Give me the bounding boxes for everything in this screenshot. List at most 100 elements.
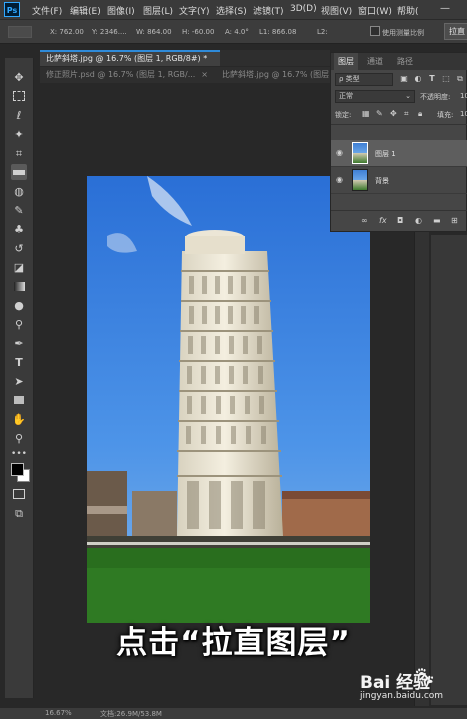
lock-pixels-icon[interactable]: ✎ <box>376 109 383 118</box>
lock-all-icon[interactable]: 🔒︎ <box>418 109 422 119</box>
tab-label: 修正照片.psd @ 16.7% (图层 1, RGB/... <box>46 70 196 79</box>
menu-view[interactable]: 视图(V) <box>321 4 352 17</box>
h-readout: H: -60.00 <box>182 28 215 36</box>
tab-label: 比萨斜塔.jpg @ 16.7% (图层 1, RGB/8#) * <box>46 54 208 63</box>
zoom-tool-icon[interactable]: ⚲ <box>11 430 27 446</box>
baidu-paw-icon: 🐾︎ <box>413 666 436 687</box>
type-filter-icon[interactable]: T <box>427 73 437 84</box>
lock-artboard-icon[interactable]: ⌗ <box>404 109 409 119</box>
color-swatches[interactable] <box>11 463 30 482</box>
pen-tool-icon[interactable]: ✒ <box>11 335 27 351</box>
screen-mode-icon[interactable]: ⧉ <box>11 505 27 521</box>
group-icon[interactable]: ▬ <box>433 216 441 225</box>
type-tool-icon[interactable]: T <box>11 354 27 370</box>
fill-label: 填充: <box>437 111 454 119</box>
clone-stamp-tool-icon[interactable]: ♣ <box>11 221 27 237</box>
ruler-tool-icon[interactable] <box>11 164 27 180</box>
measurement-scale-checkbox[interactable] <box>370 26 380 36</box>
dodge-tool-icon[interactable]: ⚲ <box>11 316 27 332</box>
gradient-tool-icon[interactable] <box>11 278 27 294</box>
opacity-value[interactable]: 10 <box>460 92 467 100</box>
layer-thumbnail <box>352 142 368 164</box>
tab-pisa-copy[interactable]: 比萨斜塔.jpg @ 16.7% (图层 1, RGB/8... <box>216 67 330 83</box>
tutorial-caption: 点击“拉直图层” <box>116 625 351 661</box>
new-layer-icon[interactable]: ⊞ <box>451 216 458 225</box>
eye-icon[interactable]: ◉ <box>336 175 343 184</box>
straighten-layer-button[interactable]: 拉直 <box>444 23 467 40</box>
menu-edit[interactable]: 编辑(E) <box>70 4 101 17</box>
path-selection-tool-icon[interactable]: ➤ <box>11 373 27 389</box>
tab-layers[interactable]: 图层 <box>334 53 358 70</box>
blur-tool-icon[interactable]: ● <box>11 297 27 313</box>
tools-panel: ✥ ℓ ✦ ⌗ ◍ ✎ ♣ ↺ ◪ ● ⚲ ✒ T ➤ ✋ ⚲ ••• ⧉ <box>5 58 34 698</box>
layer-filter-row: ρ 类型 ▣ ◐ T ⬚ ⧉ <box>331 71 467 89</box>
tab-paths[interactable]: 路径 <box>393 53 417 70</box>
menu-bar: Ps 文件(F) 编辑(E) 图像(I) 图层(L) 文字(Y) 选择(S) 滤… <box>0 0 467 19</box>
magic-wand-tool-icon[interactable]: ✦ <box>11 126 27 142</box>
layer-row-layer1[interactable]: ◉ 图层 1 <box>331 140 467 167</box>
more-tools-icon[interactable]: ••• <box>11 446 27 462</box>
brush-tool-icon[interactable]: ✎ <box>11 202 27 218</box>
layer-filter-select[interactable]: ρ 类型 <box>335 73 393 86</box>
menu-image[interactable]: 图像(I) <box>107 4 135 17</box>
menu-3d[interactable]: 3D(D) <box>290 4 317 14</box>
layers-panel: 图层 通道 路径 ρ 类型 ▣ ◐ T ⬚ ⧉ 正常 ⌄ 不透明度: 10 锁定… <box>330 52 467 232</box>
adjustment-icon[interactable]: ◐ <box>415 216 422 225</box>
lock-label: 锁定: <box>335 111 352 119</box>
fill-value[interactable]: 10 <box>460 110 467 118</box>
lock-position-icon[interactable]: ✥ <box>390 109 397 118</box>
crop-tool-icon[interactable]: ⌗ <box>11 145 27 161</box>
eye-icon[interactable]: ◉ <box>336 148 343 157</box>
tab-channels[interactable]: 通道 <box>363 53 387 70</box>
status-bar: 16.67% 文档:26.9M/53.8M <box>0 708 467 719</box>
canvas-image-leaning-tower[interactable] <box>87 176 370 623</box>
menu-filter[interactable]: 滤镜(T) <box>253 4 284 17</box>
pixel-filter-icon[interactable]: ▣ <box>399 73 409 84</box>
shape-filter-icon[interactable]: ⬚ <box>441 73 451 84</box>
tower-photo-svg <box>87 176 370 623</box>
spot-healing-tool-icon[interactable]: ◍ <box>11 183 27 199</box>
tab-fix-photo[interactable]: 修正照片.psd @ 16.7% (图层 1, RGB/... × <box>40 67 212 83</box>
menu-layer[interactable]: 图层(L) <box>143 4 173 17</box>
menu-help[interactable]: 帮助( <box>397 4 419 17</box>
link-icon[interactable]: ∞ <box>361 216 368 225</box>
foreground-color-swatch[interactable] <box>11 463 24 476</box>
smart-object-filter-icon[interactable]: ⧉ <box>455 73 465 84</box>
ruler-tool-preset-icon[interactable] <box>8 26 32 38</box>
menu-file[interactable]: 文件(F) <box>32 4 62 17</box>
layer-thumbnail <box>352 169 368 191</box>
menu-window[interactable]: 窗口(W) <box>358 4 392 17</box>
l1-readout: L1: 866.08 <box>259 28 297 36</box>
y-readout: Y: 2346.... <box>92 28 127 36</box>
watermark-url: jingyan.baidu.com <box>360 691 444 701</box>
quick-mask-icon[interactable] <box>11 486 27 502</box>
layer-name: 背景 <box>375 177 389 185</box>
layer-name: 图层 1 <box>375 150 396 158</box>
rectangle-tool-icon[interactable] <box>11 392 27 408</box>
document-tabs-secondary: 修正照片.psd @ 16.7% (图层 1, RGB/... × 比萨斜塔.j… <box>40 67 330 83</box>
eraser-tool-icon[interactable]: ◪ <box>11 259 27 275</box>
minimize-icon[interactable]: — <box>440 3 450 14</box>
mask-icon[interactable]: ◘ <box>397 216 403 225</box>
zoom-level[interactable]: 16.67% <box>45 709 72 717</box>
blend-mode-select[interactable]: 正常 ⌄ <box>335 90 415 103</box>
marquee-tool-icon[interactable] <box>11 88 27 104</box>
chevron-down-icon: ⌄ <box>405 92 411 100</box>
close-icon[interactable]: × <box>201 67 208 83</box>
move-tool-icon[interactable]: ✥ <box>11 69 27 85</box>
lasso-tool-icon[interactable]: ℓ <box>11 107 27 123</box>
layer-row-background[interactable]: ◉ 背景 <box>331 167 467 194</box>
blend-mode-value: 正常 <box>339 92 353 100</box>
fx-icon[interactable]: fx <box>379 216 387 225</box>
layers-panel-tabs: 图层 通道 路径 <box>331 53 467 70</box>
opacity-label: 不透明度: <box>420 93 451 101</box>
x-readout: X: 762.00 <box>50 28 84 36</box>
tab-pisa-active[interactable]: 比萨斜塔.jpg @ 16.7% (图层 1, RGB/8#) * <box>40 50 220 66</box>
menu-select[interactable]: 选择(S) <box>216 4 247 17</box>
layers-panel-footer: ∞ fx ◘ ◐ ▬ ⊞ <box>331 210 467 232</box>
menu-type[interactable]: 文字(Y) <box>179 4 210 17</box>
lock-transparent-icon[interactable]: ▦ <box>362 109 370 118</box>
hand-tool-icon[interactable]: ✋ <box>11 411 27 427</box>
adjustment-filter-icon[interactable]: ◐ <box>413 73 423 84</box>
history-brush-tool-icon[interactable]: ↺ <box>11 240 27 256</box>
